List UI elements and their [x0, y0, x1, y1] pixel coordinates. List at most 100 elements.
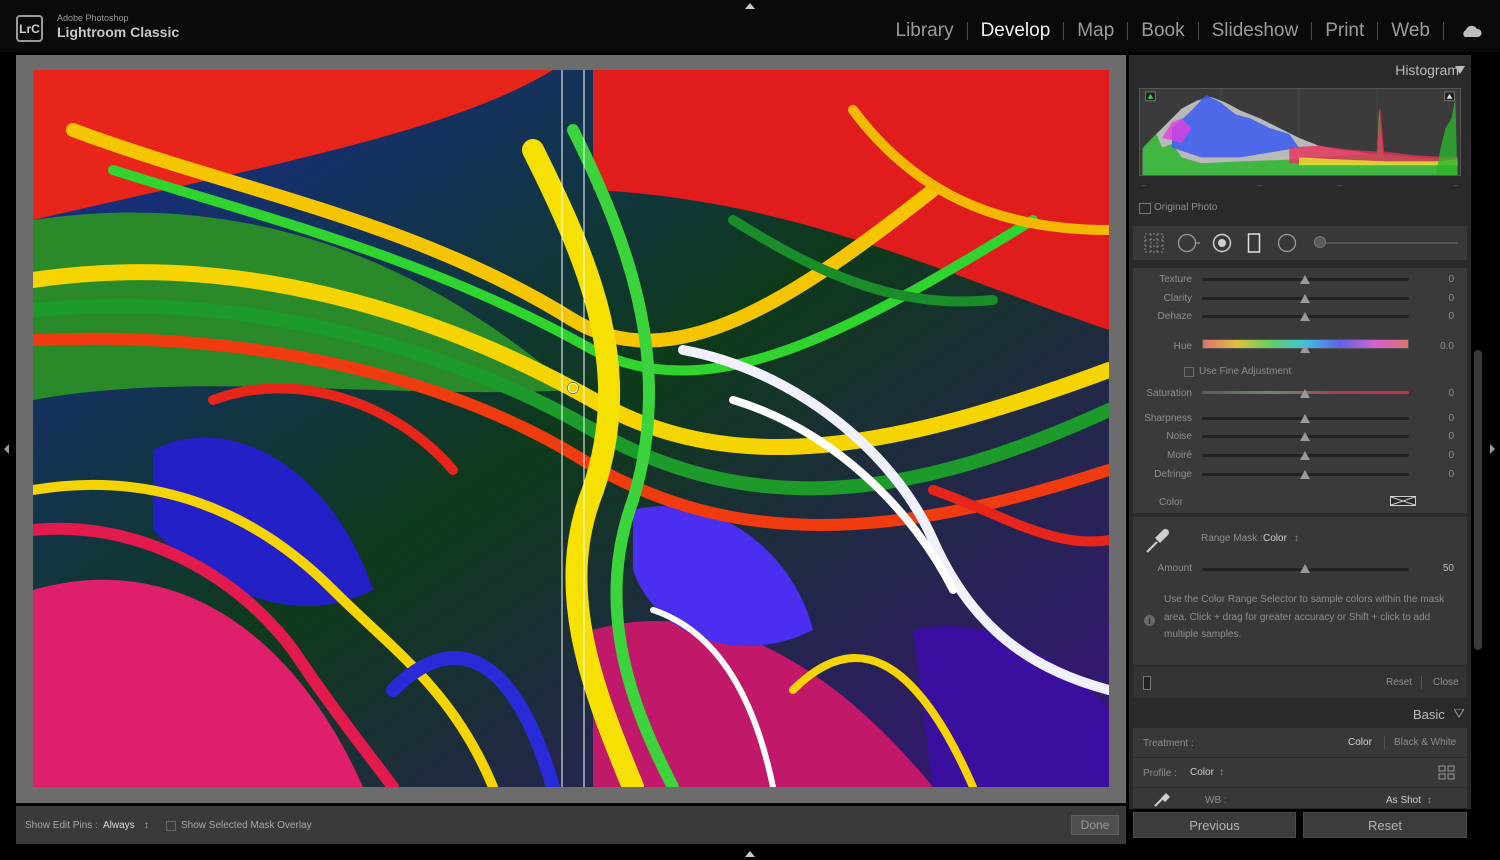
range-mask-select[interactable]: Color: [1263, 533, 1287, 544]
dehaze-label: Dehaze: [1157, 311, 1192, 322]
basic-panel-title[interactable]: Basic: [1413, 707, 1445, 722]
hue-slider-thumb[interactable]: [1300, 344, 1310, 353]
noise-label: Noise: [1166, 431, 1192, 442]
show-edit-pins-select[interactable]: Always: [103, 820, 135, 831]
range-mask-info-text: Use the Color Range Selector to sample c…: [1164, 591, 1444, 644]
crop-grid-icon[interactable]: [1144, 233, 1164, 253]
saturation-value[interactable]: 0: [1414, 388, 1454, 399]
graduated-filter-icon[interactable]: [1247, 233, 1261, 253]
profile-browser-grid-icon[interactable]: [1438, 765, 1456, 781]
right-panel-scrollbar[interactable]: [1474, 350, 1482, 650]
treatment-bw-option[interactable]: Black & White: [1394, 737, 1456, 748]
noise-value[interactable]: 0: [1414, 431, 1454, 442]
clarity-value[interactable]: 0: [1414, 293, 1454, 304]
module-web[interactable]: Web: [1378, 20, 1443, 42]
mask-reset-button[interactable]: Reset: [1386, 677, 1412, 688]
histogram-tick: –: [1141, 180, 1147, 190]
brand-app-name: Lightroom Classic: [57, 24, 180, 40]
defringe-label: Defringe: [1154, 469, 1192, 480]
treatment-color-option[interactable]: Color: [1348, 737, 1372, 748]
amount-slider-thumb[interactable]: [1300, 564, 1310, 573]
chevron-updown-icon: ↕: [1219, 767, 1224, 778]
color-swatch-none-icon[interactable]: [1390, 496, 1416, 506]
module-map[interactable]: Map: [1064, 20, 1127, 42]
mask-toggle-switch-icon[interactable]: [1143, 676, 1151, 690]
wb-eyedropper-icon[interactable]: [1153, 793, 1173, 807]
wb-select[interactable]: As Shot: [1386, 795, 1421, 806]
moire-slider-thumb[interactable]: [1300, 451, 1310, 460]
collapse-triangle-icon[interactable]: [1454, 709, 1464, 719]
info-line: multiple samples.: [1164, 629, 1242, 640]
divider: [1384, 736, 1385, 749]
reset-button[interactable]: Reset: [1303, 812, 1467, 838]
info-line: area. Click + drag for greater accuracy …: [1164, 611, 1431, 623]
original-photo-checkbox[interactable]: [1139, 203, 1151, 214]
mask-overlay-checkbox[interactable]: [166, 821, 176, 831]
clarity-slider-thumb[interactable]: [1300, 294, 1310, 303]
divider: [1421, 676, 1422, 689]
hue-value[interactable]: 0.0: [1414, 341, 1454, 352]
chevron-updown-icon: ↕: [1294, 533, 1299, 544]
done-button[interactable]: Done: [1071, 815, 1119, 835]
show-mask-overlay-label: Show Selected Mask Overlay: [181, 820, 312, 831]
lrc-logo: LrC: [16, 15, 43, 42]
profile-label: Profile :: [1143, 768, 1177, 779]
profile-select[interactable]: Color: [1190, 767, 1214, 778]
module-slideshow[interactable]: Slideshow: [1199, 20, 1312, 42]
amount-label: Amount: [1157, 563, 1192, 574]
module-develop[interactable]: Develop: [968, 20, 1064, 42]
info-icon: i: [1144, 615, 1155, 626]
defringe-value[interactable]: 0: [1414, 469, 1454, 480]
histogram-tick: –: [1337, 180, 1343, 190]
texture-label: Texture: [1159, 274, 1192, 285]
mask-close-button[interactable]: Close: [1433, 677, 1459, 688]
moire-label: Moiré: [1166, 450, 1192, 461]
right-panel-toggle-icon[interactable]: [1489, 443, 1496, 455]
treatment-label: Treatment :: [1143, 738, 1194, 749]
module-library[interactable]: Library: [883, 20, 967, 42]
dehaze-value[interactable]: 0: [1414, 311, 1454, 322]
moire-value[interactable]: 0: [1414, 450, 1454, 461]
spot-removal-icon[interactable]: [1177, 233, 1201, 253]
chevron-updown-icon: ↕: [144, 820, 149, 831]
fine-adjustment-label: Use Fine Adjustment: [1199, 366, 1292, 377]
histogram-tick: –: [1257, 180, 1263, 190]
texture-value[interactable]: 0: [1414, 274, 1454, 285]
fine-adjustment-checkbox[interactable]: [1184, 367, 1194, 377]
brush-size-knob[interactable]: [1314, 236, 1326, 248]
dehaze-slider-thumb[interactable]: [1300, 312, 1310, 321]
histogram-tick: –: [1453, 180, 1459, 190]
info-line: Use the Color Range Selector to sample c…: [1164, 594, 1445, 605]
show-edit-pins-label: Show Edit Pins :: [25, 820, 98, 831]
saturation-slider-thumb[interactable]: [1300, 389, 1310, 398]
sharpness-slider-thumb[interactable]: [1300, 414, 1310, 423]
collapse-triangle-icon[interactable]: [1455, 66, 1465, 74]
sharpness-value[interactable]: 0: [1414, 413, 1454, 424]
filmstrip-toggle-icon[interactable]: [744, 850, 756, 858]
brush-size-track[interactable]: [1314, 242, 1458, 244]
module-print[interactable]: Print: [1312, 20, 1377, 42]
saturation-label: Saturation: [1146, 388, 1192, 399]
chevron-updown-icon: ↕: [1427, 795, 1432, 806]
module-book[interactable]: Book: [1128, 20, 1197, 42]
amount-value[interactable]: 50: [1414, 563, 1454, 574]
histogram-title[interactable]: Histogram: [1395, 62, 1459, 78]
defringe-slider-thumb[interactable]: [1300, 470, 1310, 479]
radial-filter-icon[interactable]: [1277, 233, 1297, 253]
module-picker: Library Develop Map Book Slideshow Print…: [883, 20, 1444, 42]
wb-label: WB :: [1205, 795, 1227, 806]
photo-preview[interactable]: [33, 70, 1109, 787]
noise-slider-thumb[interactable]: [1300, 432, 1310, 441]
color-range-selector-icon[interactable]: [1143, 524, 1173, 554]
red-eye-icon[interactable]: [1212, 233, 1232, 253]
row-divider: [1133, 757, 1467, 758]
top-panel-toggle-icon[interactable]: [744, 2, 756, 10]
cloud-sync-icon[interactable]: [1460, 24, 1482, 38]
histogram-graph[interactable]: [1139, 88, 1461, 176]
range-mask-label: Range Mask :: [1201, 533, 1263, 544]
left-panel-toggle-icon[interactable]: [3, 443, 10, 455]
texture-slider-thumb[interactable]: [1300, 275, 1310, 284]
original-photo-label: Original Photo: [1154, 202, 1218, 213]
previous-button[interactable]: Previous: [1133, 812, 1296, 838]
hue-label: Hue: [1173, 341, 1192, 352]
